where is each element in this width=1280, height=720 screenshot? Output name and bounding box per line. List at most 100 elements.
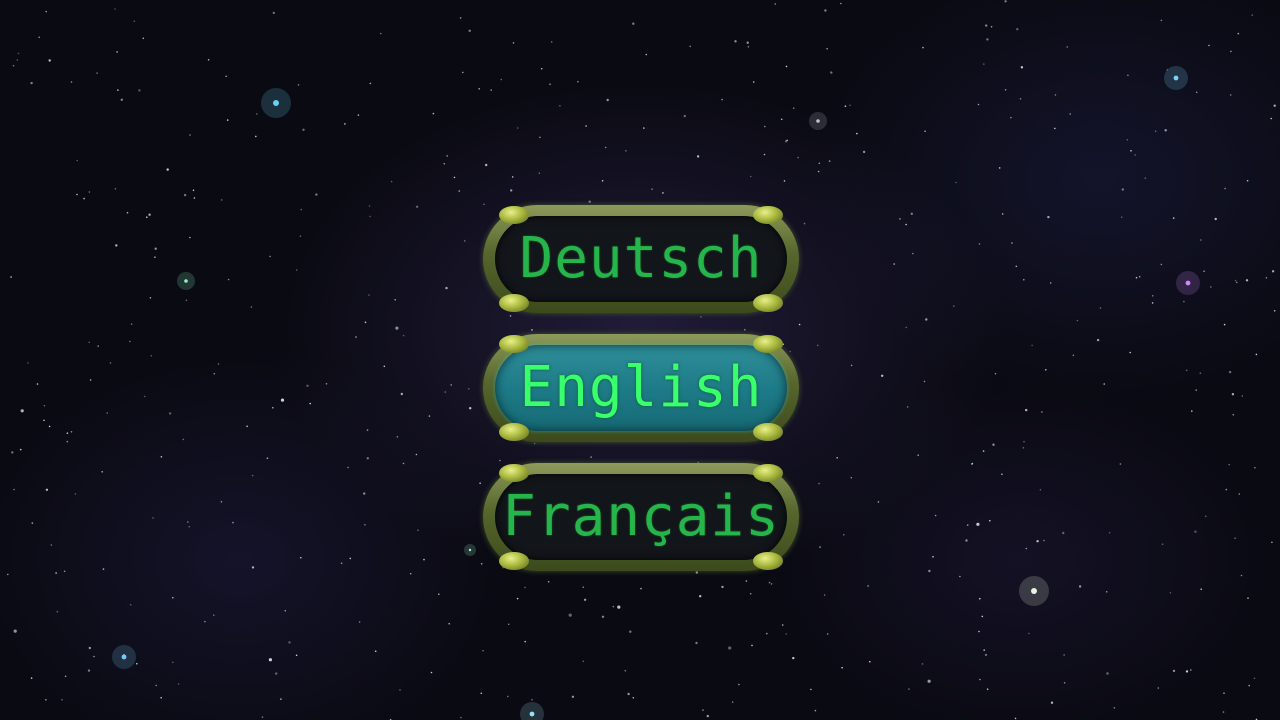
star <box>746 41 749 44</box>
francais-button[interactable]: Français <box>483 463 799 571</box>
star <box>166 168 169 171</box>
star <box>1194 530 1197 533</box>
star <box>1108 531 1111 534</box>
star <box>1022 447 1025 449</box>
star <box>20 409 24 413</box>
star <box>786 139 788 142</box>
star <box>269 255 271 258</box>
star <box>507 695 509 698</box>
bright-star <box>121 654 127 660</box>
star <box>1016 28 1019 31</box>
star <box>814 709 817 712</box>
star <box>415 205 419 208</box>
star <box>1225 488 1228 491</box>
star <box>93 655 95 658</box>
star <box>500 78 503 81</box>
star <box>344 123 346 125</box>
star <box>1028 632 1030 635</box>
star <box>977 103 980 106</box>
bright-star <box>273 100 279 106</box>
star <box>1222 711 1225 713</box>
star <box>1229 94 1232 96</box>
star <box>1126 139 1129 141</box>
star <box>695 571 698 574</box>
star <box>61 698 63 701</box>
star <box>204 620 206 623</box>
bright-star <box>1031 588 1037 594</box>
star <box>632 22 635 25</box>
star <box>129 604 132 606</box>
star <box>1240 574 1243 577</box>
star <box>1200 239 1202 241</box>
star <box>299 235 302 237</box>
star <box>959 575 961 578</box>
star <box>1096 338 1100 342</box>
star <box>114 188 117 190</box>
star <box>1019 98 1022 100</box>
star <box>402 334 405 337</box>
star <box>971 463 973 465</box>
star <box>751 644 753 647</box>
star <box>458 190 461 192</box>
star <box>928 569 931 573</box>
star <box>924 130 926 132</box>
star <box>187 521 189 523</box>
star <box>568 613 572 617</box>
star <box>383 365 386 368</box>
star <box>1160 263 1163 266</box>
star <box>325 383 328 385</box>
star <box>12 64 15 67</box>
star <box>559 105 561 107</box>
star <box>1151 302 1154 304</box>
star <box>17 52 20 55</box>
star <box>763 153 766 156</box>
star <box>120 98 124 102</box>
star <box>1001 213 1004 215</box>
star <box>540 67 543 70</box>
star <box>826 633 829 635</box>
star <box>881 374 884 377</box>
star <box>45 488 49 491</box>
star <box>1254 466 1256 469</box>
star <box>662 192 664 194</box>
star <box>828 160 831 162</box>
star <box>601 180 604 182</box>
star <box>315 193 318 196</box>
star <box>357 114 360 116</box>
star <box>478 88 481 90</box>
star <box>55 572 57 574</box>
star <box>1253 677 1256 680</box>
star <box>400 392 403 396</box>
star <box>955 181 957 184</box>
star <box>30 81 33 85</box>
star <box>1004 89 1007 91</box>
star <box>129 340 131 343</box>
star <box>148 213 151 216</box>
star <box>1011 242 1013 244</box>
star <box>966 524 969 526</box>
star <box>438 593 440 595</box>
star <box>785 65 788 68</box>
star <box>1183 300 1185 303</box>
star <box>364 524 366 526</box>
star <box>144 395 146 398</box>
star <box>1234 537 1236 539</box>
star <box>1119 463 1122 465</box>
bright-star <box>816 119 820 123</box>
star <box>798 323 801 326</box>
star <box>1247 597 1249 599</box>
star <box>1015 265 1018 268</box>
english-button[interactable]: English <box>483 334 799 442</box>
star <box>490 89 493 91</box>
star <box>1049 282 1052 284</box>
star <box>844 105 847 107</box>
star <box>284 609 287 612</box>
deutsch-button[interactable]: Deutsch <box>483 205 799 313</box>
star <box>1151 295 1154 297</box>
star <box>1273 310 1276 312</box>
star <box>824 9 827 12</box>
star <box>300 556 302 559</box>
star <box>402 462 405 465</box>
star <box>582 660 585 663</box>
star <box>109 362 112 364</box>
